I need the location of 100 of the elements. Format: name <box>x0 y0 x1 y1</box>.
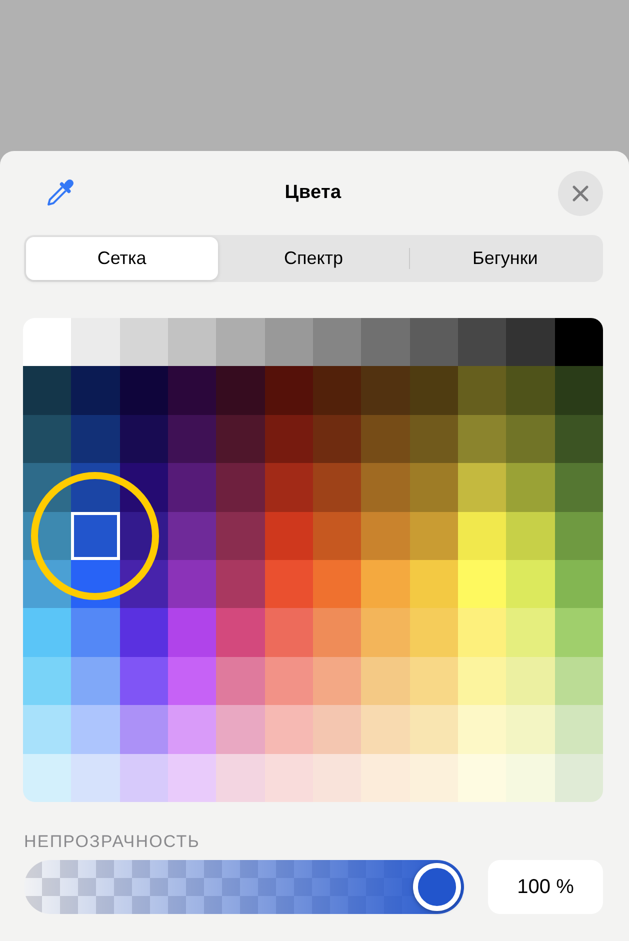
color-swatch[interactable] <box>120 754 168 802</box>
color-swatch[interactable] <box>554 705 603 754</box>
eyedropper-icon[interactable] <box>45 178 75 208</box>
color-swatch[interactable] <box>410 560 458 608</box>
slider-thumb[interactable] <box>413 863 461 911</box>
color-swatch[interactable] <box>312 463 362 512</box>
color-swatch[interactable] <box>120 608 168 657</box>
color-swatch[interactable] <box>361 318 410 366</box>
color-swatch[interactable] <box>506 754 555 802</box>
color-swatch[interactable] <box>71 656 120 706</box>
color-swatch[interactable] <box>312 414 362 464</box>
color-swatch[interactable] <box>554 754 603 802</box>
color-swatch[interactable] <box>410 705 458 754</box>
color-swatch[interactable] <box>410 318 458 366</box>
color-swatch[interactable] <box>23 366 72 415</box>
color-swatch[interactable] <box>361 366 410 415</box>
color-swatch[interactable] <box>264 608 313 657</box>
color-swatch[interactable] <box>216 754 265 802</box>
color-swatch[interactable] <box>506 656 555 706</box>
color-swatch[interactable] <box>264 656 313 706</box>
color-swatch[interactable] <box>312 608 362 657</box>
color-swatch[interactable] <box>312 366 362 415</box>
color-swatch[interactable] <box>458 608 506 657</box>
color-swatch[interactable] <box>554 656 603 706</box>
color-swatch[interactable] <box>168 705 216 754</box>
color-swatch[interactable] <box>264 318 313 366</box>
color-swatch[interactable] <box>312 705 362 754</box>
color-swatch[interactable] <box>506 463 555 512</box>
color-swatch[interactable] <box>120 414 168 464</box>
color-swatch[interactable] <box>71 414 120 464</box>
opacity-slider-track[interactable] <box>24 860 464 914</box>
color-swatch[interactable] <box>410 366 458 415</box>
color-swatch[interactable] <box>410 463 458 512</box>
color-swatch[interactable] <box>361 560 410 608</box>
segment-tab[interactable]: Бегунки <box>409 237 602 280</box>
color-swatch[interactable] <box>410 754 458 802</box>
color-swatch[interactable] <box>120 705 168 754</box>
color-swatch[interactable] <box>554 366 603 415</box>
color-swatch[interactable] <box>264 463 313 512</box>
color-swatch[interactable] <box>168 366 216 415</box>
color-swatch[interactable] <box>168 318 216 366</box>
color-swatch[interactable] <box>216 366 265 415</box>
color-swatch[interactable] <box>71 512 120 560</box>
color-swatch[interactable] <box>554 414 603 464</box>
color-swatch[interactable] <box>361 608 410 657</box>
color-swatch[interactable] <box>120 656 168 706</box>
color-swatch[interactable] <box>264 754 313 802</box>
color-swatch[interactable] <box>168 512 216 560</box>
color-swatch[interactable] <box>458 318 506 366</box>
color-swatch[interactable] <box>23 656 72 706</box>
color-swatch[interactable] <box>216 560 265 608</box>
color-swatch[interactable] <box>216 705 265 754</box>
color-swatch[interactable] <box>23 318 72 366</box>
color-swatch[interactable] <box>23 705 72 754</box>
color-swatch[interactable] <box>410 512 458 560</box>
segment-tab[interactable]: Сетка <box>26 237 218 280</box>
color-swatch[interactable] <box>216 656 265 706</box>
color-swatch[interactable] <box>506 366 555 415</box>
color-swatch[interactable] <box>168 463 216 512</box>
color-swatch[interactable] <box>312 318 362 366</box>
color-swatch[interactable] <box>458 754 506 802</box>
color-swatch[interactable] <box>361 414 410 464</box>
color-swatch[interactable] <box>23 754 72 802</box>
color-swatch[interactable] <box>312 512 362 560</box>
color-swatch[interactable] <box>120 318 168 366</box>
color-swatch[interactable] <box>312 560 362 608</box>
color-swatch[interactable] <box>71 705 120 754</box>
color-swatch[interactable] <box>23 414 72 464</box>
color-swatch[interactable] <box>264 512 313 560</box>
color-swatch[interactable] <box>410 656 458 706</box>
close-button[interactable] <box>558 170 603 216</box>
color-swatch[interactable] <box>312 754 362 802</box>
color-swatch[interactable] <box>264 560 313 608</box>
color-swatch[interactable] <box>506 318 555 366</box>
color-swatch[interactable] <box>168 656 216 706</box>
color-swatch[interactable] <box>506 560 555 608</box>
color-swatch[interactable] <box>458 366 506 415</box>
color-swatch[interactable] <box>264 705 313 754</box>
color-swatch[interactable] <box>554 512 603 560</box>
color-swatch[interactable] <box>120 366 168 415</box>
color-swatch[interactable] <box>554 560 603 608</box>
color-swatch[interactable] <box>361 754 410 802</box>
color-swatch[interactable] <box>554 463 603 512</box>
color-swatch[interactable] <box>410 414 458 464</box>
color-swatch[interactable] <box>71 608 120 657</box>
color-swatch[interactable] <box>458 414 506 464</box>
color-swatch[interactable] <box>506 512 555 560</box>
color-swatch[interactable] <box>264 366 313 415</box>
color-swatch[interactable] <box>71 318 120 366</box>
color-swatch[interactable] <box>216 318 265 366</box>
color-swatch[interactable] <box>361 705 410 754</box>
color-swatch[interactable] <box>168 608 216 657</box>
color-swatch[interactable] <box>458 512 506 560</box>
color-swatch[interactable] <box>554 608 603 657</box>
color-swatch[interactable] <box>168 414 216 464</box>
color-swatch[interactable] <box>264 414 313 464</box>
color-swatch[interactable] <box>458 705 506 754</box>
color-swatch[interactable] <box>458 560 506 608</box>
color-swatch[interactable] <box>554 318 603 366</box>
color-swatch[interactable] <box>361 512 410 560</box>
